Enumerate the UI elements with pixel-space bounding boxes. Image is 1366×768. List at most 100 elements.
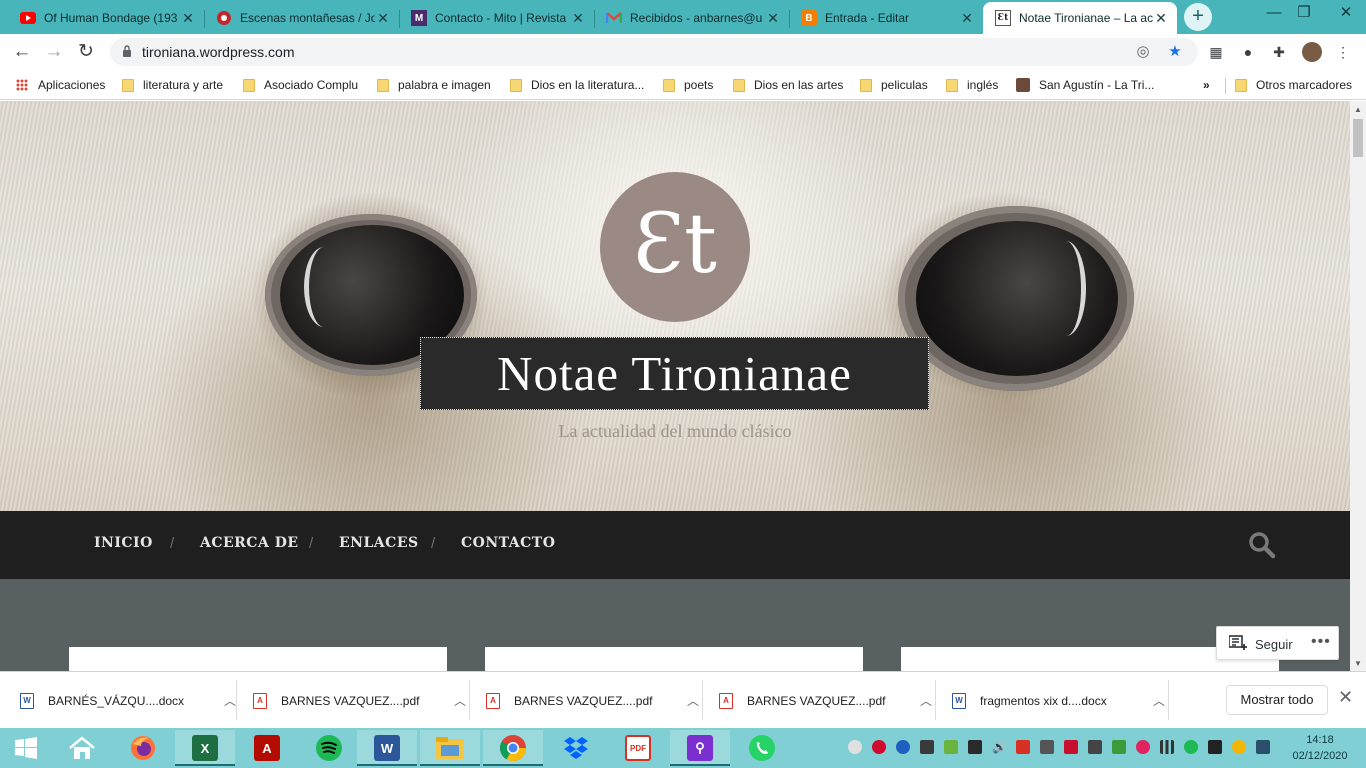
scroll-down-icon[interactable]: ▼ [1354,659,1362,668]
bookmark-apps[interactable]: Aplicaciones [16,76,105,94]
shield-icon[interactable] [848,740,862,754]
post-card[interactable] [485,647,863,671]
menu-dots-icon[interactable]: ⋮ [1334,43,1352,61]
puzzle-icon[interactable]: ✚ [1270,43,1288,61]
profile-avatar[interactable] [1302,42,1322,62]
signal-icon[interactable] [1160,740,1174,754]
bookmark-folder[interactable]: Dios en las artes [733,76,843,94]
tab-notae-tironianae[interactable]: Ɛt Notae Tironianae – La ac ✕ [983,2,1177,34]
close-icon[interactable]: ✕ [570,10,586,27]
taskbar-acrobat[interactable]: A [237,730,297,766]
download-item[interactable]: W BARNÉS_VÁZQU....docx ︿ [20,672,240,729]
tab-title: Of Human Bondage (193 [44,11,178,25]
acrobat-tray-icon[interactable] [1016,740,1030,754]
bookmark-folder[interactable]: literatura y arte [122,76,223,94]
close-icon[interactable]: ✕ [765,10,781,27]
taskbar-whatsapp[interactable] [732,730,792,766]
address-bar[interactable]: tironiana.wordpress.com ◎ ★ [110,38,1198,66]
site-title-link[interactable]: Notae Tironianae [420,337,929,410]
new-tab-button[interactable]: + [1184,3,1212,31]
close-icon[interactable]: ✕ [180,10,196,27]
taskbar-search-app[interactable]: ⚲ [670,730,730,766]
bluetooth-icon[interactable] [896,740,910,754]
download-item[interactable]: W fragmentos xix d....docx ︿ [952,672,1169,729]
circle-extension-icon[interactable]: ● [1239,43,1257,61]
bookmark-folder[interactable]: peliculas [860,76,928,94]
nav-item-enlaces[interactable]: ENLACES [339,535,419,551]
taskbar-chrome[interactable] [483,730,543,766]
taskbar-pdf-reader[interactable]: PDF [608,730,668,766]
bookmarks-overflow-button[interactable]: » [1203,76,1210,94]
tab-blogger[interactable]: B Entrada - Editar ✕ [789,2,983,34]
bookmark-folder[interactable]: poets [663,76,713,94]
taskbar-file-explorer[interactable] [420,730,480,766]
nav-item-acerca-de[interactable]: ACERCA DE [200,535,299,551]
taskbar-spotify[interactable] [299,730,359,766]
page-scrollbar[interactable]: ▲ ▼ [1350,101,1366,671]
spotify-tray-icon[interactable] [1184,740,1198,754]
volume-icon[interactable]: 🔊 [992,740,1007,754]
nav-item-contacto[interactable]: CONTACTO [461,535,555,551]
forward-icon[interactable]: → [40,38,68,66]
monitor-icon[interactable] [1256,740,1270,754]
grid-extension-icon[interactable]: ▦ [1207,43,1225,61]
display-icon[interactable] [968,740,982,754]
reload-icon[interactable]: ↻ [72,38,100,66]
other-bookmarks[interactable]: Otros marcadores [1235,76,1352,94]
bookmark-san-agustin[interactable]: San Agustín - La Tri... [1016,76,1154,94]
taskbar-dropbox[interactable] [546,730,606,766]
pdf-document-icon: A [719,692,733,709]
star-icon[interactable]: ★ [1166,43,1184,61]
post-card[interactable] [69,647,447,671]
taskbar-home[interactable] [52,730,112,766]
network-app-icon[interactable] [1136,740,1150,754]
bookmark-folder[interactable]: palabra e imagen [377,76,491,94]
tab-youtube[interactable]: Of Human Bondage (193 ✕ [8,2,204,34]
nav-item-inicio[interactable]: INICIO [94,535,153,551]
scroll-up-icon[interactable]: ▲ [1354,105,1362,114]
system-clock[interactable]: 14:18 02/12/2020 [1292,732,1348,764]
mcafee-icon[interactable] [872,740,886,754]
close-icon[interactable]: ✕ [375,10,391,27]
bookmarks-bar: Aplicaciones literatura y arte Asociado … [0,70,1366,100]
chevron-up-icon[interactable]: ︿ [450,692,470,709]
back-icon[interactable]: ← [8,38,36,66]
more-options-icon[interactable]: ••• [1311,633,1331,651]
search-icon[interactable] [1248,531,1276,559]
chevron-up-icon[interactable]: ︿ [683,692,703,709]
camera-icon[interactable] [1208,740,1222,754]
close-icon[interactable]: ✕ [959,10,975,27]
scrollbar-thumb[interactable] [1353,119,1363,157]
eye-off-icon[interactable]: ◎ [1134,43,1152,61]
download-item[interactable]: A BARNES VAZQUEZ....pdf ︿ [719,672,936,729]
follow-widget[interactable]: Seguir ••• [1216,626,1339,660]
download-item[interactable]: A BARNES VAZQUEZ....pdf ︿ [253,672,470,729]
tab-mito[interactable]: M Contacto - Mito | Revista ✕ [399,2,594,34]
start-button[interactable] [0,730,52,766]
chevron-up-icon[interactable]: ︿ [1149,692,1169,709]
taskbar-excel[interactable]: X [175,730,235,766]
download-item[interactable]: A BARNES VAZQUEZ....pdf ︿ [486,672,703,729]
bookmark-folder[interactable]: Asociado Complu [243,76,358,94]
maximize-icon[interactable]: ❐ [1284,0,1324,30]
sync-check-icon[interactable] [1112,740,1126,754]
close-icon[interactable]: ✕ [1338,687,1353,708]
taskbar-firefox[interactable] [113,730,173,766]
tray-app-icon[interactable] [1064,740,1078,754]
close-window-icon[interactable]: ✕ [1326,0,1366,30]
check-icon[interactable] [944,740,958,754]
bookmark-folder[interactable]: inglés [946,76,998,94]
chevron-up-icon[interactable]: ︿ [220,692,240,709]
site-logo[interactable]: Ɛt [600,172,750,322]
tab-escenas[interactable]: Escenas montañesas / Jo ✕ [204,2,399,34]
close-icon[interactable]: ✕ [1153,10,1169,27]
device-icon[interactable] [1088,740,1102,754]
java-icon[interactable] [920,740,934,754]
bookmark-folder[interactable]: Dios en la literatura... [510,76,644,94]
clock-sync-icon[interactable] [1040,740,1054,754]
tab-gmail[interactable]: Recibidos - anbarnes@u ✕ [594,2,789,34]
taskbar-word[interactable]: W [357,730,417,766]
chevron-up-icon[interactable]: ︿ [916,692,936,709]
show-all-downloads-button[interactable]: Mostrar todo [1226,685,1328,715]
warning-icon[interactable] [1232,740,1246,754]
